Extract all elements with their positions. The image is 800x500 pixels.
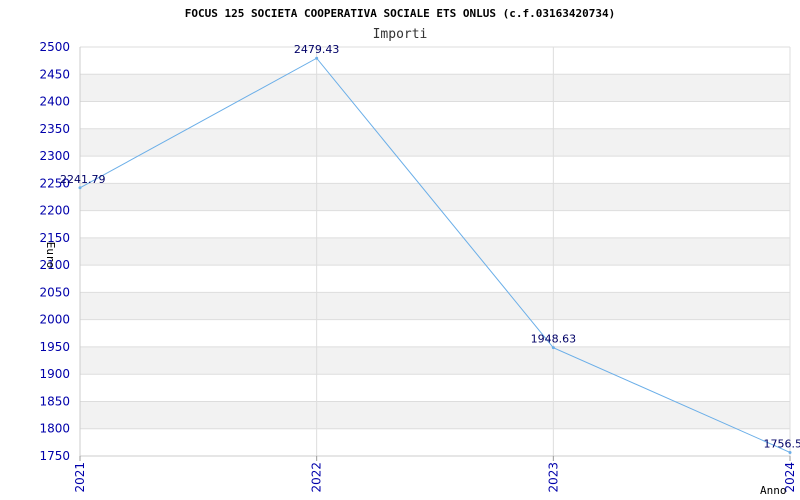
grid-band	[80, 183, 790, 211]
y-tick-label: 1800	[39, 422, 70, 436]
grid-bands	[80, 74, 790, 429]
grid-band	[80, 346, 790, 375]
data-point	[315, 56, 319, 60]
x-tick-label: 2023	[546, 462, 560, 493]
y-tick-label: 2050	[39, 285, 70, 299]
data-label: 2479.43	[294, 43, 340, 56]
x-tick-label: 2021	[73, 462, 87, 493]
y-tick-label: 1750	[39, 449, 70, 463]
y-tick-label: 1850	[39, 394, 70, 408]
x-axis-label: Anno	[760, 484, 787, 497]
chart-subtitle: Importi	[373, 27, 428, 42]
y-axis-label: Euro	[44, 242, 57, 269]
grid-band	[80, 292, 790, 320]
data-label: 2241.79	[60, 173, 106, 186]
grid-band	[80, 237, 790, 266]
y-tick-label: 2450	[39, 67, 70, 81]
data-label: 1948.63	[531, 333, 577, 346]
data-point	[78, 186, 82, 190]
y-tick-label: 2000	[39, 313, 70, 327]
y-tick-label: 2200	[39, 204, 70, 218]
chart-title: FOCUS 125 SOCIETA COOPERATIVA SOCIALE ET…	[185, 7, 615, 20]
y-tick-label: 1950	[39, 340, 70, 354]
y-tick-label: 2300	[39, 149, 70, 163]
x-tick-label: 2022	[310, 462, 324, 493]
y-tick-label: 1900	[39, 367, 70, 381]
y-tick-label: 2500	[39, 40, 70, 54]
x-tick-labels: 2021 2022 2023 2024	[73, 462, 797, 493]
y-tick-label: 2350	[39, 122, 70, 136]
y-tick-label: 2400	[39, 95, 70, 109]
line-chart: 1750180018501900195020002050210021502200…	[39, 7, 800, 497]
data-label: 1756.5	[764, 437, 800, 450]
grid-band	[80, 128, 790, 157]
grid-band	[80, 74, 790, 102]
data-point	[788, 450, 792, 454]
data-point	[551, 346, 555, 350]
